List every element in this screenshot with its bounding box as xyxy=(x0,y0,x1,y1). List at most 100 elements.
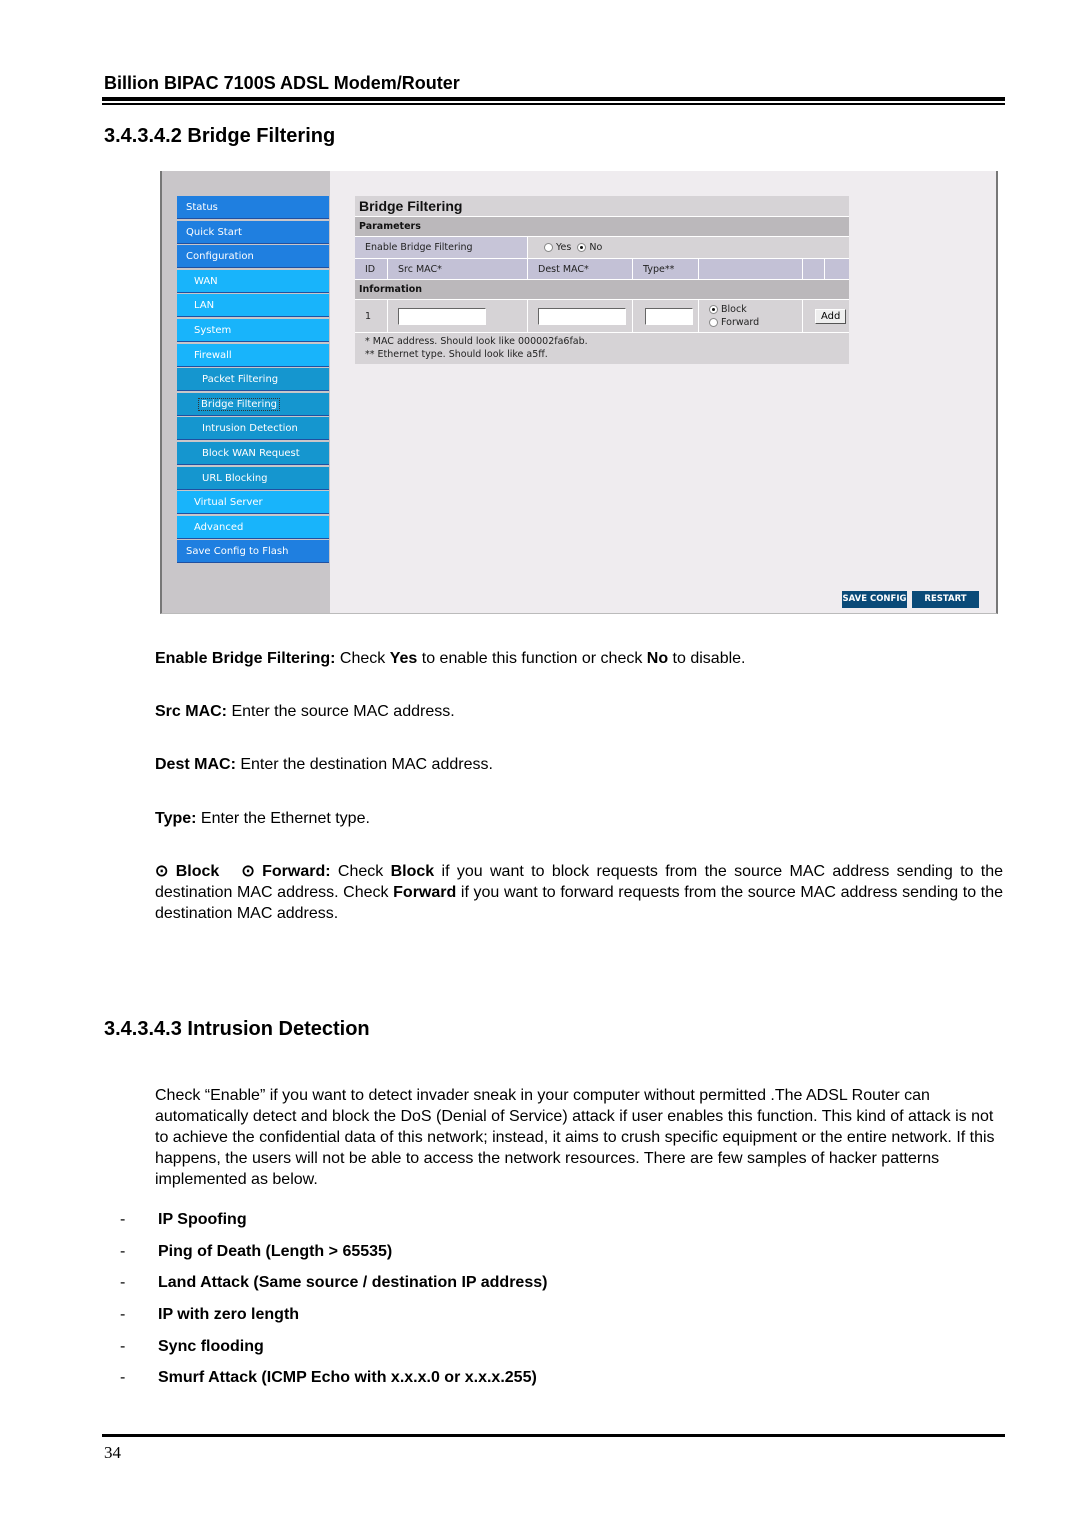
action-cell: Block Forward xyxy=(699,300,803,332)
enable-radio-group: Yes No xyxy=(528,237,849,258)
sidebar-item-label: Intrusion Detection xyxy=(202,423,298,435)
notes: * MAC address. Should look like 000002fa… xyxy=(355,333,849,364)
sidebar-item-label: LAN xyxy=(194,300,215,312)
desc-src-mac: Src MAC: Enter the source MAC address. xyxy=(155,701,455,722)
list-item: - IP Spoofing xyxy=(120,1211,547,1243)
note-ethernet-type: ** Ethernet type. Should look like a5ff. xyxy=(365,349,548,360)
src-mac-cell xyxy=(388,300,528,332)
save-config-button[interactable]: SAVE CONFIG xyxy=(842,591,907,608)
sidebar-item-label: Quick Start xyxy=(186,226,242,238)
keyword: Forward xyxy=(393,884,457,901)
information-section-label: Information xyxy=(355,280,849,300)
desc-dest-mac: Dest MAC: Enter the destination MAC addr… xyxy=(155,754,493,775)
row-id: 1 xyxy=(355,300,388,332)
sidebar-item-label: Virtual Server xyxy=(194,497,263,509)
header-rule xyxy=(102,97,1005,101)
col-header-src-mac: Src MAC* xyxy=(388,259,528,279)
block-radio[interactable]: Block xyxy=(709,304,759,315)
enable-no-radio[interactable]: No xyxy=(577,242,602,253)
sidebar-item-configuration[interactable]: Configuration xyxy=(177,245,329,269)
radio-checked-icon xyxy=(709,305,718,314)
pattern-label: Smurf Attack (ICMP Echo with x.x.x.0 or … xyxy=(158,1369,537,1387)
footer-rule xyxy=(102,1434,1005,1437)
dest-mac-cell xyxy=(528,300,633,332)
sidebar-item-label: Save Config to Flash xyxy=(186,546,289,558)
sidebar-item-label: Status xyxy=(186,202,218,213)
pattern-label: Sync flooding xyxy=(158,1337,264,1355)
sidebar-item-label: WAN xyxy=(194,275,218,287)
sidebar-item-advanced[interactable]: Advanced xyxy=(177,515,329,539)
note-mac: * MAC address. Should look like 000002fa… xyxy=(365,336,588,347)
pattern-label: IP Spoofing xyxy=(158,1211,247,1228)
col-header-id: ID xyxy=(355,259,388,279)
enable-bridge-filtering-label: Enable Bridge Filtering xyxy=(355,237,528,258)
bridge-filtering-panel: Bridge Filtering Parameters Enable Bridg… xyxy=(355,196,849,364)
sidebar-item-label: Advanced xyxy=(194,521,244,533)
pattern-label: Land Attack (Same source / destination I… xyxy=(158,1274,548,1292)
sidebar-item-label: Firewall xyxy=(194,349,232,361)
term: Type: xyxy=(155,810,197,827)
list-item: - Sync flooding xyxy=(120,1338,547,1370)
sidebar-item-wan[interactable]: WAN xyxy=(177,269,329,293)
radio-unchecked-icon xyxy=(544,243,553,252)
sidebar-item-intrusion-detection[interactable]: Intrusion Detection xyxy=(177,417,329,441)
bullet-dash: - xyxy=(120,1211,126,1228)
term: Enable Bridge Filtering: xyxy=(155,650,336,667)
col-header-type: Type** xyxy=(633,259,699,279)
page-number: 34 xyxy=(104,1443,121,1462)
sidebar-item-bridge-filtering[interactable]: Bridge Filtering xyxy=(177,392,329,416)
list-item: - Smurf Attack (ICMP Echo with x.x.x.0 or… xyxy=(120,1369,547,1401)
type-input[interactable] xyxy=(645,307,693,325)
document-header-title: Billion BIPAC 7100S ADSL Modem/Router xyxy=(104,73,460,93)
sidebar-item-label: URL Blocking xyxy=(202,472,268,484)
sidebar-item-firewall[interactable]: Firewall xyxy=(177,343,329,367)
term: Dest MAC: xyxy=(155,756,236,773)
sidebar-item-url-blocking[interactable]: URL Blocking xyxy=(177,466,329,490)
dest-mac-input[interactable] xyxy=(538,307,626,325)
text: Enter the source MAC address. xyxy=(227,703,455,720)
router-ui-screenshot: Status Quick Start Configuration WAN LAN Syst… xyxy=(160,171,998,614)
sidebar-item-virtual-server[interactable]: Virtual Server xyxy=(177,491,329,515)
sidebar-item-packet-filtering[interactable]: Packet Filtering xyxy=(177,368,329,392)
sidebar-item-status[interactable]: Status xyxy=(177,196,329,219)
src-mac-input[interactable] xyxy=(398,307,486,325)
header-rule-thin xyxy=(102,103,1005,105)
enable-yes-radio[interactable]: Yes xyxy=(544,242,571,253)
forward-radio[interactable]: Forward xyxy=(709,317,759,328)
desc-block-forward: ⊙ Block ⊙ Forward: Check Block if you wa… xyxy=(155,861,1003,924)
sidebar-item-block-wan-request[interactable]: Block WAN Request xyxy=(177,441,329,465)
text: to enable this function or check xyxy=(417,650,647,667)
keyword: No xyxy=(646,650,669,667)
text: Check xyxy=(335,650,390,667)
bullet-dash: - xyxy=(120,1242,126,1260)
sidebar-item-label: System xyxy=(194,324,232,336)
sidebar-item-label: Bridge Filtering xyxy=(197,397,281,411)
text: Enter the Ethernet type. xyxy=(196,810,370,827)
text: Enter the destination MAC address. xyxy=(235,756,493,773)
intrusion-detection-intro: Check “Enable” if you want to detect inv… xyxy=(155,1087,995,1188)
sidebar-item-save-config-to-flash[interactable]: Save Config to Flash xyxy=(177,540,329,564)
pattern-label: Ping of Death (Length > 65535) xyxy=(158,1242,393,1260)
keyword: Block xyxy=(390,863,435,880)
table-header-row: ID Src MAC* Dest MAC* Type** xyxy=(355,259,849,280)
restart-button[interactable]: RESTART xyxy=(912,591,979,608)
sidebar-item-lan[interactable]: LAN xyxy=(177,294,329,318)
sidebar-item-label: Block WAN Request xyxy=(202,447,300,459)
radio-unchecked-icon xyxy=(709,318,718,327)
add-button[interactable]: Add xyxy=(815,308,847,324)
sidebar-item-system[interactable]: System xyxy=(177,318,329,342)
desc-type: Type: Enter the Ethernet type. xyxy=(155,808,370,829)
sidebar-item-label: Configuration xyxy=(186,251,254,263)
keyword: Yes xyxy=(389,650,418,667)
text: to disable. xyxy=(668,650,746,667)
sidebar-item-label: Packet Filtering xyxy=(202,374,279,386)
text: Check xyxy=(330,863,391,880)
pattern-label: IP with zero length xyxy=(158,1306,300,1324)
sidebar-item-quick-start[interactable]: Quick Start xyxy=(177,220,329,244)
table-row: 1 Block Forward Add xyxy=(355,300,849,333)
panel-title: Bridge Filtering xyxy=(355,196,849,217)
add-cell: Add xyxy=(803,300,849,332)
term: Src MAC: xyxy=(155,703,228,720)
list-item: - IP with zero length xyxy=(120,1306,547,1338)
section-heading-bridge-filtering: 3.4.3.4.2 Bridge Filtering xyxy=(104,125,336,147)
